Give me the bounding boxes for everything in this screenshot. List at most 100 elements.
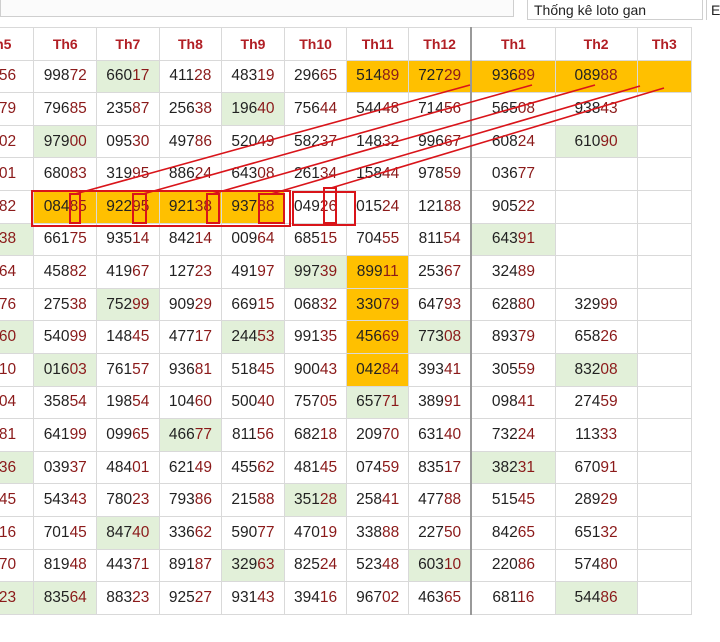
table-cell[interactable]	[636, 222, 693, 257]
table-cell[interactable]: 82524	[283, 548, 348, 583]
table-cell[interactable]: 93843	[554, 92, 638, 126]
table-cell[interactable]	[554, 189, 638, 224]
table-cell[interactable]: 46677	[158, 418, 223, 452]
table-cell[interactable]: 52348	[346, 548, 410, 583]
table-cell[interactable]	[636, 320, 693, 354]
table-cell[interactable]: 46365	[408, 581, 472, 615]
table-cell[interactable]: 64199	[33, 418, 98, 452]
table-cell[interactable]: 54099	[33, 320, 98, 354]
table-cell[interactable]: 90522	[470, 189, 556, 224]
table-cell[interactable]: 90043	[283, 352, 348, 387]
table-cell[interactable]: 57480	[554, 548, 638, 583]
table-cell[interactable]	[636, 450, 693, 485]
table-cell[interactable]: 81154	[408, 222, 472, 257]
table-cell[interactable]: 60824	[470, 124, 556, 159]
table-cell[interactable]: 75299	[96, 287, 160, 322]
table-cell[interactable]: 12188	[408, 189, 472, 224]
table-cell[interactable]: 83208	[554, 352, 638, 387]
table-cell[interactable]: 33079	[346, 287, 410, 322]
table-cell[interactable]: 61090	[554, 124, 638, 159]
table-cell[interactable]: 19854	[96, 385, 160, 420]
table-cell[interactable]: 48319	[221, 59, 285, 94]
table-cell[interactable]	[636, 92, 693, 126]
table-cell[interactable]: 664	[0, 255, 35, 289]
table-cell[interactable]: 58237	[283, 124, 348, 159]
table-cell[interactable]: 04926	[283, 189, 348, 224]
table-cell[interactable]: 14832	[346, 124, 410, 159]
table-cell[interactable]: 00964	[221, 222, 285, 257]
table-cell[interactable]: 27538	[33, 287, 98, 322]
table-cell[interactable]: 836	[0, 450, 35, 485]
table-cell[interactable]	[636, 189, 693, 224]
table-cell[interactable]: 99667	[408, 124, 472, 159]
table-cell[interactable]	[636, 418, 693, 452]
table-cell[interactable]: 48401	[96, 450, 160, 485]
table-cell[interactable]: 99739	[283, 255, 348, 289]
table-cell[interactable]: 64793	[408, 287, 472, 322]
table-cell[interactable]	[636, 157, 693, 191]
table-cell[interactable]: 28929	[554, 483, 638, 517]
table-cell[interactable]	[636, 581, 693, 615]
tab-thong-ke-loto-gan[interactable]: Thống kê loto gan	[527, 0, 703, 20]
table-cell[interactable]: 59077	[221, 515, 285, 550]
table-cell[interactable]: 22750	[408, 515, 472, 550]
table-cell[interactable]: 93143	[221, 581, 285, 615]
table-cell[interactable]: 73224	[470, 418, 556, 452]
table-cell[interactable]: 20970	[346, 418, 410, 452]
table-cell[interactable]	[636, 515, 693, 550]
table-cell[interactable]: 38231	[470, 450, 556, 485]
table-cell[interactable]: 65132	[554, 515, 638, 550]
table-cell[interactable]: 90929	[158, 287, 223, 322]
table-cell[interactable]: 71456	[408, 92, 472, 126]
table-cell[interactable]: 68515	[283, 222, 348, 257]
table-cell[interactable]: 45562	[221, 450, 285, 485]
table-cell[interactable]: 33662	[158, 515, 223, 550]
table-cell[interactable]: 81948	[33, 548, 98, 583]
table-cell[interactable]: 47717	[158, 320, 223, 354]
table-cell[interactable]: 01524	[346, 189, 410, 224]
table-cell[interactable]: 97900	[33, 124, 98, 159]
table-cell[interactable]: 81156	[221, 418, 285, 452]
table-cell[interactable]: 68116	[470, 581, 556, 615]
table-cell[interactable]	[554, 255, 638, 289]
table-cell[interactable]: 51845	[221, 352, 285, 387]
table-cell[interactable]: 64308	[221, 157, 285, 191]
table-cell[interactable]: 93788	[221, 189, 285, 224]
table-cell[interactable]: 60310	[408, 548, 472, 583]
table-cell[interactable]	[636, 483, 693, 517]
table-cell[interactable]: 93681	[158, 352, 223, 387]
table-cell[interactable]: 88323	[96, 581, 160, 615]
table-cell[interactable]: 45669	[346, 320, 410, 354]
table-cell[interactable]: 68083	[33, 157, 98, 191]
table-cell[interactable]: 21588	[221, 483, 285, 517]
table-cell[interactable]: 14845	[96, 320, 160, 354]
table-cell[interactable]: 50040	[221, 385, 285, 420]
table-cell[interactable]: 83564	[33, 581, 98, 615]
table-cell[interactable]: 89187	[158, 548, 223, 583]
table-cell[interactable]: 07459	[346, 450, 410, 485]
table-cell[interactable]: 06832	[283, 287, 348, 322]
table-cell[interactable]: 39416	[283, 581, 348, 615]
table-cell[interactable]: 15844	[346, 157, 410, 191]
table-cell[interactable]: 76157	[96, 352, 160, 387]
table-cell[interactable]: 816	[0, 515, 35, 550]
table-cell[interactable]: 79386	[158, 483, 223, 517]
table-cell[interactable]: 75644	[283, 92, 348, 126]
table-cell[interactable]: 49786	[158, 124, 223, 159]
table-cell[interactable]: 09841	[470, 385, 556, 420]
table-cell[interactable]: 93689	[470, 59, 556, 94]
formula-bar[interactable]	[0, 0, 514, 17]
table-cell[interactable]: 83517	[408, 450, 472, 485]
table-cell[interactable]	[636, 59, 693, 94]
table-cell[interactable]: 470	[0, 548, 35, 583]
table-cell[interactable]	[554, 157, 638, 191]
table-cell[interactable]: 75705	[283, 385, 348, 420]
table-cell[interactable]: 67091	[554, 450, 638, 485]
table-cell[interactable]: 70455	[346, 222, 410, 257]
table-cell[interactable]: 62149	[158, 450, 223, 485]
table-cell[interactable]: 65771	[346, 385, 410, 420]
table-cell[interactable]: 33888	[346, 515, 410, 550]
table-cell[interactable]: 32999	[554, 287, 638, 322]
table-cell[interactable]: 08988	[554, 59, 638, 94]
table-cell[interactable]	[636, 255, 693, 289]
